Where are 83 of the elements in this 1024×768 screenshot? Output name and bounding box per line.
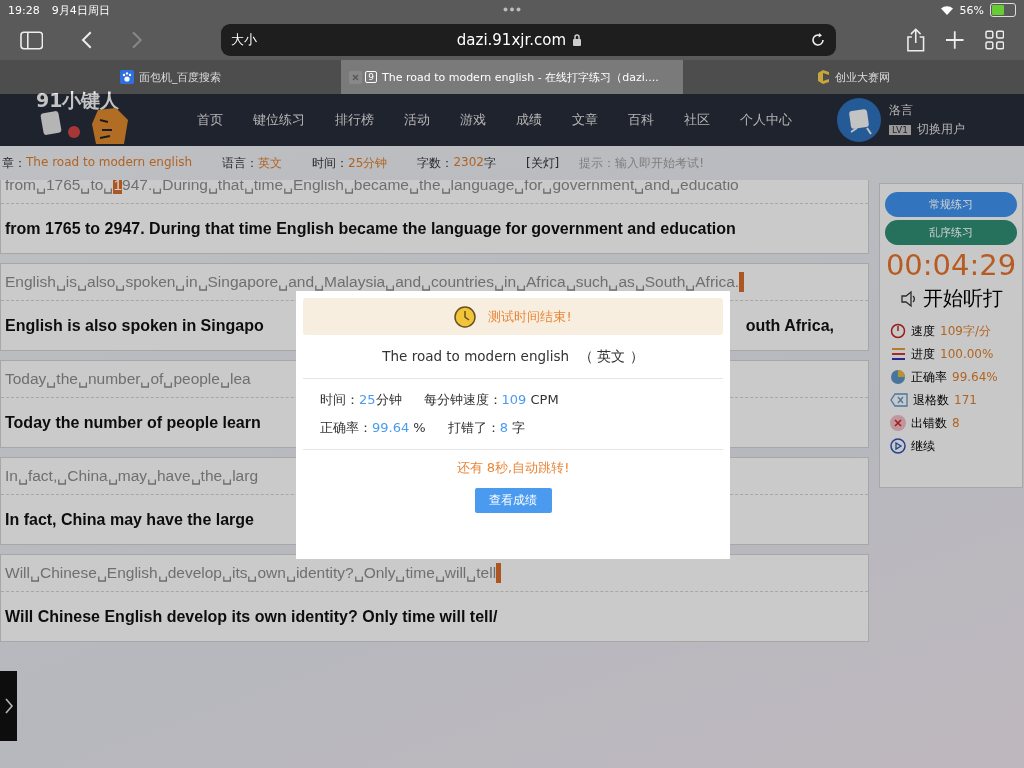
switch-user-link[interactable]: 切换用户	[916, 121, 965, 138]
favicon: 9	[365, 71, 377, 83]
info-value: 英文	[258, 154, 283, 172]
nav-link[interactable]: 成绩	[501, 111, 557, 129]
sidebar-icon[interactable]	[20, 30, 44, 50]
nav-link[interactable]: 社区	[669, 111, 725, 129]
listen-label[interactable]: 开始听打	[922, 285, 1003, 312]
nav-link[interactable]: 百科	[613, 111, 669, 129]
stat-value: 99.64%	[952, 370, 998, 384]
back-icon[interactable]	[81, 30, 94, 50]
nav-link[interactable]: 键位练习	[238, 111, 320, 129]
backspace-icon	[890, 393, 908, 407]
info-unit: 字	[483, 154, 496, 172]
browser-tab[interactable]: 创业大赛网	[682, 60, 1024, 94]
nav-link[interactable]: 活动	[389, 111, 445, 129]
browser-tab[interactable]: 9 The road to modern english - 在线打字练习（dazi....	[341, 60, 683, 94]
result-label: 正确率：	[320, 420, 372, 435]
stat-value: 171	[954, 393, 977, 407]
nav-link[interactable]: 首页	[182, 111, 238, 129]
expand-tab[interactable]	[0, 671, 17, 741]
practice-button[interactable]: 乱序练习	[885, 220, 1017, 245]
result-value: 99.64	[372, 420, 410, 435]
timer: 00:04:29	[885, 248, 1017, 282]
info-label: 章：	[2, 154, 26, 172]
nav-link[interactable]: 文章	[557, 111, 613, 129]
nav-link[interactable]: 游戏	[445, 111, 501, 129]
info-label: 语言：	[222, 154, 259, 172]
battery-icon	[990, 3, 1016, 17]
avatar[interactable]	[837, 98, 881, 142]
lights-off-link[interactable]: [关灯]	[525, 154, 560, 172]
logo-icon	[816, 70, 830, 84]
lock-icon	[572, 34, 583, 46]
info-label: 字数：	[417, 154, 454, 172]
user-name: 洛言	[889, 102, 914, 119]
typed-line[interactable]: In fact, China may have the large	[5, 510, 254, 529]
stat-label: 进度	[911, 345, 935, 363]
info-value: The road to modern english	[26, 154, 193, 171]
result-unit: %	[412, 420, 426, 435]
error-icon	[890, 415, 906, 431]
stat-label: 出错数	[911, 414, 947, 432]
reload-icon[interactable]	[809, 32, 826, 48]
stat-value: 100.00%	[940, 347, 994, 361]
clock-icon	[454, 305, 477, 328]
info-label: 时间：	[312, 154, 349, 172]
lines-icon	[890, 347, 906, 361]
stat-value: 8	[952, 416, 960, 430]
stat-label: 速度	[911, 322, 935, 340]
battery-percent: 56%	[959, 3, 984, 17]
typed-line[interactable]: outh Africa,	[745, 316, 834, 335]
level-badge: LV1	[889, 124, 911, 135]
play-icon[interactable]	[890, 438, 906, 454]
time-up-text: 测试时间结束!	[488, 307, 572, 326]
nav-link[interactable]: 排行榜	[320, 111, 389, 129]
typed-line[interactable]: from 1765 to 2947. During that time English became the language for government and education	[5, 219, 736, 238]
wifi-icon	[939, 5, 954, 15]
typed-line[interactable]: Today the number of people learn	[5, 413, 261, 432]
site-logo[interactable]: 91小键人	[36, 88, 120, 114]
hint-text: 提示：输入即开始考试!	[579, 154, 705, 172]
typed-line[interactable]: Will Chinese English develop its own identity? Only time will tell/	[5, 607, 498, 626]
stat-value: 109字/分	[940, 322, 991, 340]
nav-link[interactable]: 个人中心	[725, 111, 807, 129]
typed-line[interactable]: English is also spoken in Singapo	[5, 316, 264, 335]
stat-label: 退格数	[913, 391, 949, 409]
address-bar[interactable]: 大小 dazi.91xjr.com	[220, 24, 836, 56]
pie-icon	[890, 369, 906, 385]
speaker-icon[interactable]	[899, 289, 918, 308]
result-label: 打错了：	[447, 420, 500, 435]
result-unit: 字	[511, 420, 526, 435]
more-icon[interactable]	[503, 7, 521, 12]
tabs-grid-icon[interactable]	[984, 30, 1004, 50]
redirect-countdown: 还有 8秒,自动跳转!	[456, 459, 570, 477]
paw-icon	[119, 70, 134, 84]
continue-link[interactable]: 继续	[911, 437, 935, 455]
result-value: 8	[499, 420, 508, 435]
chevron-icon	[3, 697, 14, 715]
status-time: 19:28	[8, 3, 40, 17]
plus-icon[interactable]	[945, 30, 965, 50]
share-icon[interactable]	[905, 28, 925, 52]
info-value: 2302	[453, 154, 484, 171]
gauge-icon	[890, 323, 906, 339]
status-date: 9月4日周日	[51, 2, 110, 18]
stat-label: 正确率	[911, 368, 947, 386]
info-value: 25分钟	[348, 154, 388, 172]
